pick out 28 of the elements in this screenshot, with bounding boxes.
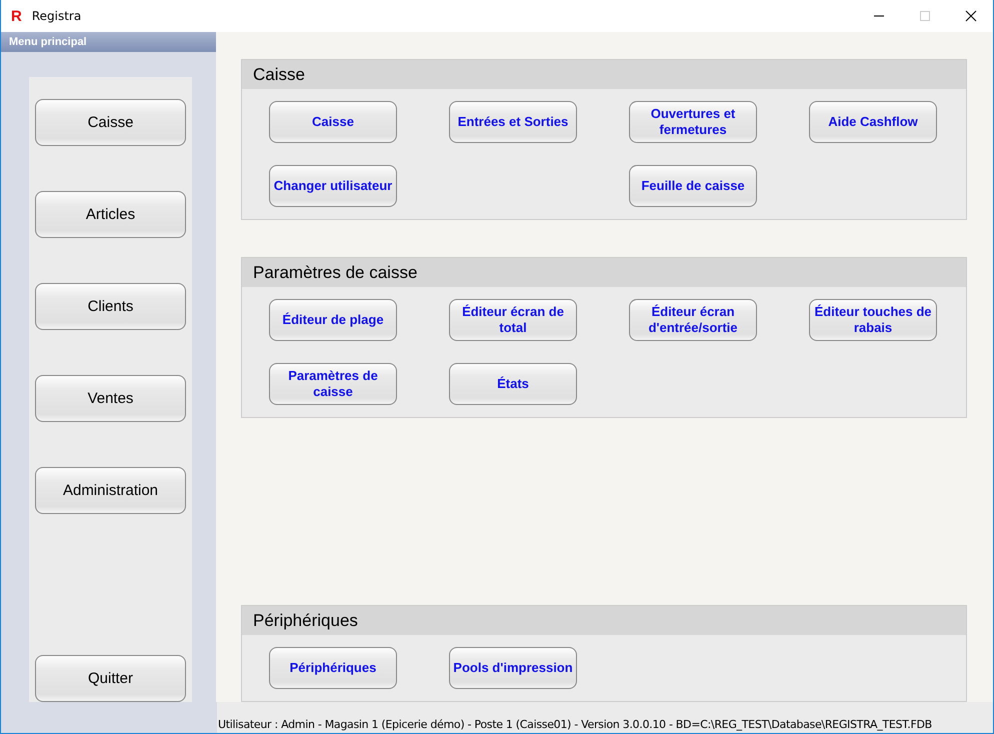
- quit-button[interactable]: Quitter: [35, 655, 186, 702]
- action-button[interactable]: Éditeur touches de rabais: [809, 299, 937, 341]
- section-title: Caisse: [242, 60, 966, 89]
- action-button[interactable]: Périphériques: [269, 647, 397, 689]
- status-text: Utilisateur : Admin - Magasin 1 (Epicerie démo) - Poste 1 (Caisse01) - Version 3.0.0.10 - BD=C:\REG_TEST\Database\REGISTRA_TEST.FDB: [217, 718, 932, 733]
- section-title: Périphériques: [242, 606, 966, 635]
- action-button[interactable]: Entrées et Sorties: [449, 101, 577, 143]
- action-button[interactable]: Pools d'impression: [449, 647, 577, 689]
- action-button[interactable]: Éditeur écran d'entrée/sortie: [629, 299, 757, 341]
- action-button[interactable]: Feuille de caisse: [629, 165, 757, 207]
- action-button[interactable]: Aide Cashflow: [809, 101, 937, 143]
- menu-button[interactable]: Caisse: [35, 99, 186, 146]
- app-logo: R: [11, 8, 22, 24]
- menu-button[interactable]: Clients: [35, 283, 186, 330]
- action-button[interactable]: Éditeur écran de total: [449, 299, 577, 341]
- section-title: Paramètres de caisse: [242, 258, 966, 287]
- action-button[interactable]: Caisse: [269, 101, 397, 143]
- action-button[interactable]: Paramètres de caisse: [269, 363, 397, 405]
- window-title: Registra: [32, 9, 82, 23]
- menu-button[interactable]: Ventes: [35, 375, 186, 422]
- action-button[interactable]: Changer utilisateur: [269, 165, 397, 207]
- action-button[interactable]: États: [449, 363, 577, 405]
- action-button[interactable]: Éditeur de plage: [269, 299, 397, 341]
- close-icon[interactable]: [965, 10, 977, 22]
- action-button[interactable]: Ouvertures et fermetures: [629, 101, 757, 143]
- menu-header: Menu principal: [1, 32, 216, 52]
- menu-button[interactable]: Administration: [35, 467, 186, 514]
- menu-button[interactable]: Articles: [35, 191, 186, 238]
